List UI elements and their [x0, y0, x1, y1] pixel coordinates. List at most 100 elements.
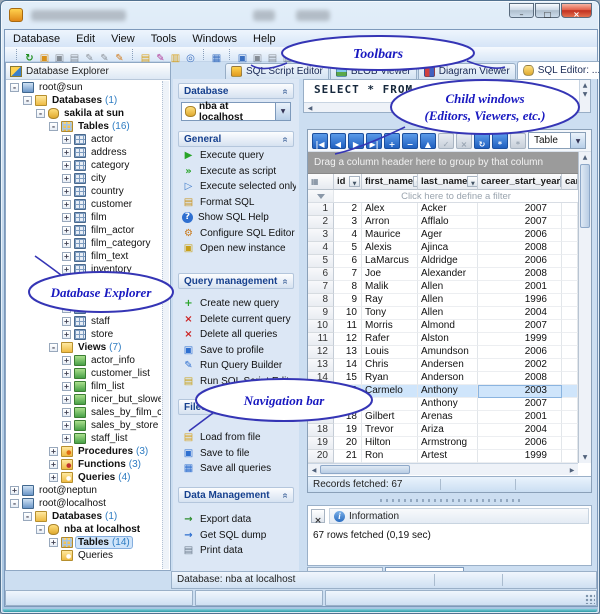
cell-id[interactable]: 9 — [334, 294, 362, 307]
cell-id[interactable]: 18 — [334, 411, 362, 424]
nav-item[interactable]: ⚙ Configure SQL Editor — [178, 226, 296, 242]
collapse-chevron-icon[interactable] — [282, 86, 288, 97]
scroll-left-icon[interactable]: ◀ — [309, 466, 319, 475]
register-database-icon[interactable]: ▣ — [37, 48, 52, 64]
cell-career-start-year[interactable]: 2007 — [478, 216, 562, 229]
scrollbar-thumb[interactable] — [580, 164, 590, 228]
expand-toggle-icon[interactable]: + — [62, 187, 71, 196]
expand-toggle-icon[interactable]: + — [62, 395, 71, 404]
cell-last-name[interactable]: Anderson — [418, 372, 478, 385]
nav-item[interactable]: ▣ Save to file — [178, 446, 296, 462]
tree-item[interactable]: + address — [8, 146, 161, 159]
cell-id[interactable]: 10 — [334, 307, 362, 320]
database-properties-icon[interactable]: ▤ — [67, 48, 82, 64]
group-by-bar[interactable]: Drag a column header here to group by th… — [308, 152, 578, 174]
nav-item[interactable]: » Execute as script — [178, 164, 296, 180]
cell-career[interactable] — [562, 359, 578, 372]
tree-item[interactable]: + actor_info — [8, 354, 161, 367]
tile-horizontally-icon[interactable]: ▤ — [265, 48, 280, 64]
cell-career-start-year[interactable]: 2006 — [478, 437, 562, 450]
scroll-up-icon[interactable]: ▲ — [580, 153, 590, 162]
expand-toggle-icon[interactable]: + — [62, 213, 71, 222]
table-row[interactable]: 20 21 Ron Artest 1999 — [308, 450, 578, 463]
collapse-chevron-icon[interactable] — [282, 134, 288, 145]
delete-record-button[interactable]: − — [402, 132, 418, 149]
cell-id[interactable]: 11 — [334, 320, 362, 333]
cell-id[interactable]: 15 — [334, 372, 362, 385]
cell-id[interactable]: 6 — [334, 255, 362, 268]
cell-career-start-year[interactable]: 2002 — [478, 359, 562, 372]
expand-toggle-icon[interactable]: - — [23, 512, 32, 521]
tree-item[interactable]: + Functions (3) — [8, 458, 161, 471]
object-designer-icon[interactable]: ✎ — [153, 48, 168, 64]
nav-section-files[interactable]: Files — [178, 399, 294, 415]
tree-item[interactable]: - root@sun — [8, 81, 161, 94]
expand-toggle-icon[interactable]: + — [62, 161, 71, 170]
tree-item[interactable]: + film_category — [8, 237, 161, 250]
column-filter-dropdown-icon[interactable] — [349, 176, 360, 187]
cell-first-name[interactable]: Rafer — [362, 333, 418, 346]
resize-grip[interactable] — [325, 590, 597, 606]
cell-last-name[interactable]: Allen — [418, 294, 478, 307]
cell-career-start-year[interactable]: 2006 — [478, 255, 562, 268]
expand-toggle-icon[interactable]: + — [49, 447, 58, 456]
nav-item[interactable]: ▣ Save to profile — [178, 343, 296, 359]
expand-toggle-icon[interactable]: + — [62, 421, 71, 430]
tile-vertically-icon[interactable]: ▥ — [280, 48, 295, 64]
table-row[interactable]: 2 3 Arron Afflalo 2007 — [308, 216, 578, 229]
edit-record-button[interactable]: ▲ — [420, 132, 436, 149]
cell-id[interactable]: 7 — [334, 268, 362, 281]
nav-item[interactable]: ▶ Execute query — [178, 148, 296, 164]
nav-section-general[interactable]: General — [178, 131, 294, 147]
scroll-left-icon[interactable]: ◀ — [305, 104, 315, 113]
table-row[interactable]: 17 18 Gilbert Arenas 2001 — [308, 411, 578, 424]
filter-hint[interactable]: Click here to define a filter — [334, 190, 578, 202]
cell-career[interactable] — [562, 411, 578, 424]
cell-career-start-year[interactable]: 2004 — [478, 424, 562, 437]
cell-id[interactable]: 17 — [334, 398, 362, 411]
refresh-icon[interactable]: ↻ — [16, 48, 37, 64]
expand-toggle-icon[interactable]: - — [23, 96, 32, 105]
cell-id[interactable]: 5 — [334, 242, 362, 255]
cell-career-start-year[interactable]: 2007 — [478, 398, 562, 411]
tree-item[interactable]: - Tables (16) — [8, 120, 161, 133]
last-record-button[interactable]: ▶| — [366, 132, 382, 149]
cell-career[interactable] — [562, 398, 578, 411]
cell-career[interactable] — [562, 242, 578, 255]
cell-first-name[interactable]: Louis — [362, 346, 418, 359]
cell-career[interactable] — [562, 333, 578, 346]
editor-vertical-scrollbar[interactable]: ▲ ▼ — [579, 80, 590, 112]
nav-item[interactable]: ✎ Run Query Builder — [178, 358, 296, 374]
nav-item[interactable]: ▷ Execute selected only — [178, 179, 296, 195]
expand-toggle-icon[interactable]: + — [62, 265, 71, 274]
menu-help[interactable]: Help — [245, 32, 284, 46]
table-row[interactable]: 19 20 Hilton Armstrong 2006 — [308, 437, 578, 450]
cell-first-name[interactable]: Maurice — [362, 229, 418, 242]
expand-toggle-icon[interactable]: + — [62, 135, 71, 144]
nav-item[interactable]: ▤ Print data — [178, 543, 296, 559]
web-icon[interactable]: ◉ — [366, 48, 381, 64]
insert-record-button[interactable]: + — [384, 132, 400, 149]
menu-edit[interactable]: Edit — [68, 32, 103, 46]
cell-career[interactable] — [562, 424, 578, 437]
cell-last-name[interactable]: Armstrong — [418, 437, 478, 450]
cell-career[interactable] — [562, 320, 578, 333]
cell-career[interactable] — [562, 203, 578, 216]
table-row[interactable]: 18 19 Trevor Ariza 2004 — [308, 424, 578, 437]
cell-career[interactable] — [562, 437, 578, 450]
fetch-all-button[interactable]: * — [492, 132, 508, 149]
tree-item[interactable]: + — [8, 289, 161, 302]
cell-first-name[interactable]: Hilton — [362, 437, 418, 450]
cell-first-name[interactable]: Ron — [362, 450, 418, 463]
new-object-icon[interactable]: ▤ — [132, 48, 153, 64]
cell-career-start-year[interactable]: 2003 — [478, 385, 562, 398]
find-object-icon[interactable]: ◎ — [183, 48, 198, 64]
tree-item[interactable]: + Tables (14) — [8, 536, 161, 549]
table-row[interactable]: 11 12 Rafer Alston 1999 — [308, 333, 578, 346]
table-row[interactable]: 9 10 Tony Allen 2004 — [308, 307, 578, 320]
cell-id[interactable]: 14 — [334, 359, 362, 372]
cell-career[interactable] — [562, 294, 578, 307]
report-designer-icon[interactable]: ▦ — [203, 48, 224, 64]
cell-id[interactable]: 16 — [334, 385, 362, 398]
tree-item[interactable]: + customer_list — [8, 367, 161, 380]
